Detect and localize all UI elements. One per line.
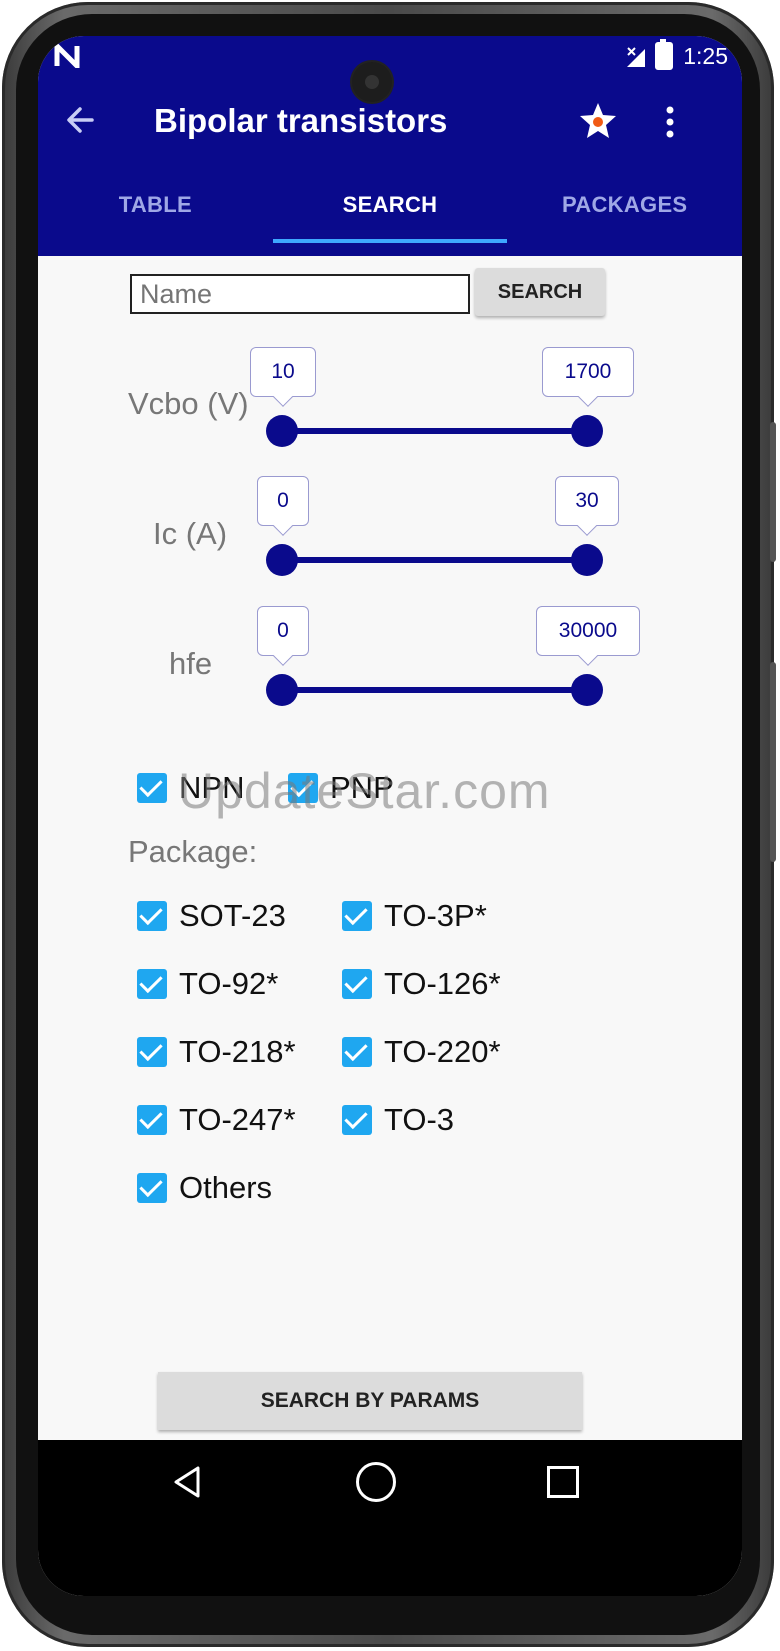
package-others-checkbox[interactable]: Others	[137, 1170, 272, 1206]
name-search-input[interactable]	[130, 274, 470, 314]
status-time: 1:25	[683, 42, 728, 69]
package-to-3-checkbox[interactable]: TO-3	[342, 1102, 454, 1138]
ic-min-thumb[interactable]	[266, 544, 298, 576]
vcbo-min-thumb[interactable]	[266, 415, 298, 447]
nav-recents-icon[interactable]	[547, 1466, 579, 1498]
more-vert-icon[interactable]	[654, 100, 686, 144]
package-to-247-checkbox[interactable]: TO-247*	[137, 1102, 296, 1138]
package-to-218-checkbox[interactable]: TO-218*	[137, 1034, 296, 1070]
package-sot-23-checkbox[interactable]: SOT-23	[137, 898, 286, 934]
page-title: Bipolar transistors	[154, 102, 448, 139]
search-by-params-button[interactable]: SEARCH BY PARAMS	[158, 1372, 582, 1430]
checkbox-checked-icon	[137, 773, 167, 803]
app-bar: 1:25 Bipolar transistors TABLE SEARCH PA…	[38, 36, 742, 256]
checkbox-checked-icon	[342, 969, 372, 999]
vcbo-slider-track[interactable]	[282, 428, 588, 434]
package-to-220-checkbox[interactable]: TO-220*	[342, 1034, 501, 1070]
hfe-slider-track[interactable]	[282, 687, 588, 693]
package-label: TO-3	[384, 1102, 455, 1137]
hfe-min-thumb[interactable]	[266, 674, 298, 706]
tab-bar: TABLE SEARCH PACKAGES	[38, 186, 742, 244]
npn-label: NPN	[179, 770, 245, 805]
package-to-3p-checkbox[interactable]: TO-3P*	[342, 898, 487, 934]
package-label: TO-218*	[179, 1034, 296, 1069]
pnp-label: PNP	[330, 770, 394, 805]
vcbo-max-value: 1700	[542, 347, 634, 397]
tab-packages[interactable]: PACKAGES	[507, 186, 742, 244]
package-label: TO-3P*	[384, 898, 487, 933]
package-label: Others	[179, 1170, 273, 1205]
tab-table[interactable]: TABLE	[38, 186, 273, 244]
power-button	[770, 662, 776, 862]
battery-icon	[655, 39, 674, 70]
checkbox-checked-icon	[342, 1037, 372, 1067]
status-icons: 1:25	[625, 39, 728, 70]
checkbox-checked-icon	[342, 901, 372, 931]
vcbo-max-thumb[interactable]	[571, 415, 603, 447]
package-to-92-checkbox[interactable]: TO-92*	[137, 966, 278, 1002]
hfe-label: hfe	[169, 646, 213, 681]
tab-search[interactable]: SEARCH	[272, 186, 508, 244]
package-heading: Package:	[128, 834, 258, 869]
package-label: TO-220*	[384, 1034, 501, 1069]
nav-home-icon[interactable]	[356, 1462, 396, 1502]
ic-label: Ic (A)	[153, 516, 228, 551]
hfe-min-value: 0	[257, 606, 309, 656]
checkbox-checked-icon	[137, 901, 167, 931]
signal-icon	[625, 45, 646, 67]
search-button[interactable]: SEARCH	[475, 268, 605, 316]
vcbo-min-value: 10	[250, 347, 316, 397]
pnp-checkbox[interactable]: PNP	[288, 770, 394, 806]
package-label: TO-126*	[384, 966, 501, 1001]
ic-slider-track[interactable]	[282, 557, 588, 563]
checkbox-checked-icon	[342, 1105, 372, 1135]
ic-max-thumb[interactable]	[571, 544, 603, 576]
checkbox-checked-icon	[137, 969, 167, 999]
package-label: SOT-23	[179, 898, 286, 933]
front-camera	[352, 62, 392, 102]
navigation-bar	[38, 1440, 742, 1596]
back-arrow-icon[interactable]	[62, 98, 106, 142]
ic-min-value: 0	[257, 476, 309, 526]
package-label: TO-92*	[179, 966, 279, 1001]
package-to-126-checkbox[interactable]: TO-126*	[342, 966, 501, 1002]
checkbox-checked-icon	[137, 1105, 167, 1135]
hfe-max-thumb[interactable]	[571, 674, 603, 706]
checkbox-checked-icon	[137, 1037, 167, 1067]
checkbox-checked-icon	[288, 773, 318, 803]
nav-back-icon[interactable]	[168, 1462, 208, 1502]
favorite-star-icon[interactable]	[578, 100, 618, 140]
screen: 1:25 Bipolar transistors TABLE SEARCH PA…	[38, 36, 742, 1596]
npn-checkbox[interactable]: NPN	[137, 770, 244, 806]
vcbo-label: Vcbo (V)	[128, 386, 249, 421]
volume-button	[770, 422, 776, 562]
checkbox-checked-icon	[137, 1173, 167, 1203]
n-logo-icon	[54, 39, 80, 75]
package-label: TO-247*	[179, 1102, 296, 1137]
hfe-max-value: 30000	[536, 606, 640, 656]
ic-max-value: 30	[555, 476, 619, 526]
